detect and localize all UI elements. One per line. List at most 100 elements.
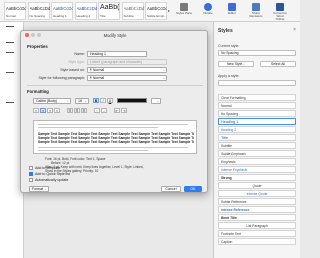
double-spacing-button[interactable]: ☰	[81, 108, 87, 113]
based-on-select[interactable]: ¶ Normal ⌄	[87, 67, 167, 73]
font-size-select[interactable]: 16 ⌄	[75, 98, 89, 104]
apply-style-label: Apply a style:	[218, 74, 240, 78]
align-right-button[interactable]: ≡	[47, 108, 53, 113]
style-list-item[interactable]: Clear Formatting	[218, 94, 296, 102]
style-sample: AaBbCcDdE	[76, 6, 97, 11]
style-list-item[interactable]: No Spacing	[218, 109, 296, 118]
space-before-decrease-button[interactable]: ↓	[101, 108, 107, 113]
style-list-item[interactable]: Subtitle	[218, 141, 296, 150]
tool-label: Editor	[228, 11, 236, 15]
auto-update-label: Automatically update	[35, 178, 69, 182]
styles-pane-button[interactable]: Styles Pane	[176, 2, 192, 20]
style-list-item[interactable]: Caption	[218, 237, 296, 245]
ribbon-style-heading-2[interactable]: AaBbCcDdE Heading 2	[74, 2, 97, 20]
style-list-item[interactable]: Subtle Emphasis	[218, 149, 296, 158]
format-menu-button[interactable]: Format ⌄	[29, 186, 49, 192]
ribbon-style-subtitle[interactable]: AaBbCcDdEe Subtitle	[121, 2, 144, 20]
ok-button[interactable]: OK	[184, 186, 202, 192]
add-to-quick-style-checkbox[interactable]: Add to Quick Style list	[29, 171, 70, 176]
section-divider	[27, 85, 203, 86]
ribbon-style-heading-1[interactable]: AaBbCcDc Heading 1	[51, 2, 73, 20]
chevron-down-icon: ⌄	[162, 68, 165, 72]
style-list-item[interactable]: Normal	[218, 101, 296, 110]
following-paragraph-label: Style for following paragraph:	[38, 76, 85, 80]
font-select[interactable]: Calibri (Body) ⌄	[33, 98, 71, 104]
style-list: Clear Formatting Normal No Spacing Heading …	[218, 94, 296, 246]
editor-button[interactable]: Editor	[224, 2, 240, 20]
style-name: No Spacing	[29, 14, 46, 18]
style-list-item[interactable]: List Paragraph	[218, 221, 296, 229]
single-spacing-button[interactable]: ☰	[67, 108, 73, 113]
convert-word-icon	[276, 3, 284, 11]
style-list-item[interactable]: Book Title	[218, 213, 296, 221]
style-name: Subtitle	[123, 14, 134, 18]
convert-word-button[interactable]: Convert to Word Online	[272, 2, 288, 21]
ribbon-style-no-spacing[interactable]: AaBbCcDdEe No Spacing	[27, 2, 50, 20]
style-list-item[interactable]: Quote	[218, 181, 296, 190]
ribbon-style-subtle-emph[interactable]: AaBbCcDdEe Subtle Emph...	[145, 2, 167, 20]
one-half-spacing-button[interactable]: ☰	[74, 108, 80, 113]
bold-button[interactable]: B	[93, 98, 99, 103]
add-to-template-label: Add to template	[35, 166, 61, 170]
text-line-marker	[6, 52, 14, 53]
font-color-dropdown[interactable]: ⌄	[151, 98, 161, 104]
share-revisions-icon	[252, 3, 260, 11]
underline-button[interactable]: U	[107, 98, 113, 103]
close-icon[interactable]: ×	[293, 27, 296, 33]
italic-button[interactable]: I	[100, 98, 106, 103]
style-list-item[interactable]: Intense Quote	[218, 189, 296, 197]
new-style-button[interactable]: New Style...	[218, 61, 254, 67]
style-list-item[interactable]: Footnote Text	[218, 229, 296, 237]
checkbox-box[interactable]	[29, 171, 33, 176]
style-list-item[interactable]: Intense Reference	[218, 205, 296, 213]
cancel-button[interactable]: Cancel	[161, 186, 181, 192]
ribbon-style-normal[interactable]: AaBbCcDdEe Normal	[4, 2, 26, 20]
text-line-marker	[6, 42, 14, 43]
ribbon: AaBbCcDdEeNormalAaBbCcDdEeNo SpacingAaBb…	[0, 0, 300, 22]
apply-style-search[interactable]	[218, 80, 296, 86]
space-before-increase-button[interactable]: ↑	[94, 108, 100, 113]
preview-following-paragraph	[38, 150, 148, 152]
name-label: Name:	[74, 52, 85, 56]
chevron-down-icon: ⌄	[44, 187, 47, 191]
text-line-marker	[6, 26, 14, 27]
ribbon-style-title[interactable]: AaBb(Title	[98, 2, 120, 20]
font-color-picker[interactable]	[117, 98, 147, 103]
text-line-marker	[6, 102, 14, 103]
preview-following-paragraph	[38, 147, 188, 149]
style-list-item[interactable]: Intense Emphasis	[218, 165, 296, 174]
auto-update-checkbox[interactable]: Automatically update	[29, 177, 69, 182]
share-revisions-button[interactable]: Share Revisions	[248, 2, 264, 20]
decrease-indent-button[interactable]: ⇤	[114, 108, 120, 113]
style-list-item[interactable]: Heading 2	[218, 125, 296, 134]
select-all-button[interactable]: Select All	[260, 61, 296, 67]
increase-indent-button[interactable]: ⇥	[121, 108, 127, 113]
style-list-item[interactable]: Subtle Reference	[218, 197, 296, 205]
align-left-button[interactable]: ≡	[33, 108, 39, 113]
current-style-field[interactable]: No Spacing	[218, 50, 296, 56]
gallery-scroll-arrow[interactable]: ▸	[168, 8, 170, 13]
style-name-input[interactable]: Heading 1	[87, 51, 147, 57]
style-list-item[interactable]: Title	[218, 133, 296, 142]
checkbox-box[interactable]	[29, 165, 33, 170]
font-size-value: 16	[78, 99, 82, 103]
style-name: Subtle Emph...	[147, 14, 167, 18]
align-center-button[interactable]: ≡	[40, 108, 46, 113]
style-list-item[interactable]: Strong	[218, 173, 296, 182]
microphone-button[interactable]: Dictate	[200, 2, 216, 20]
justify-button[interactable]: ≡	[54, 108, 60, 113]
dialog-title: Modify Style	[103, 33, 127, 38]
based-on-label: Style based on:	[60, 68, 85, 72]
checkbox-box[interactable]	[29, 177, 33, 182]
style-list-item[interactable]: Emphasis	[218, 157, 296, 166]
pane-title: Styles	[218, 28, 233, 34]
style-name: Heading 2	[76, 14, 91, 18]
add-to-template-checkbox[interactable]: Add to template	[29, 165, 61, 170]
chevron-down-icon: ⌄	[66, 99, 69, 103]
properties-heading: Properties	[27, 44, 48, 49]
following-paragraph-select[interactable]: ¶ Normal ⌄	[87, 75, 167, 81]
preview-sample-text: Sample Text Sample Text Sample Text Samp…	[38, 140, 194, 144]
style-list-item[interactable]: Heading 1	[218, 117, 296, 126]
text-line-marker	[6, 72, 14, 73]
style-sample: AaBbCcDc	[53, 6, 73, 11]
